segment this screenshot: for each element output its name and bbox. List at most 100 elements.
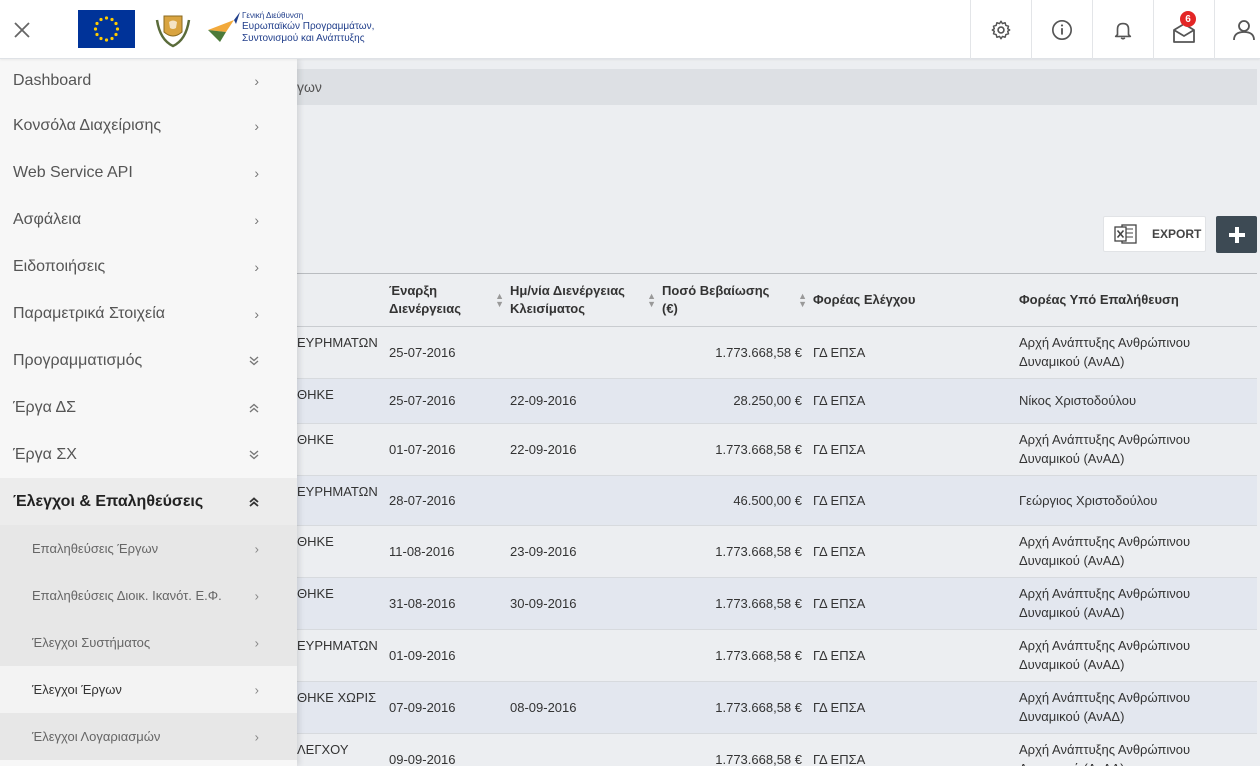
close-icon	[14, 21, 30, 38]
user-icon	[1233, 19, 1255, 40]
sidebar-item-dashboard[interactable]: Dashboard ›	[0, 59, 297, 102]
cell-auditor: ΓΔ ΕΠΣΑ	[813, 647, 866, 663]
sidebar-item-label: Dashboard	[13, 71, 92, 89]
cell-auditor: ΓΔ ΕΠΣΑ	[813, 393, 866, 408]
table-row[interactable]: ΘΗΚΕ 01-07-2016 22-09-2016 1.773.668,58 …	[297, 423, 1257, 475]
column-amount[interactable]: Ποσό Βεβαίωσης (€) ▲ ▼	[662, 274, 813, 326]
logo-line2: Ευρωπαϊκών Προγραμμάτων,	[242, 21, 375, 32]
cell-auditor: ΓΔ ΕΠΣΑ	[813, 492, 866, 508]
cell-auditor: ΓΔ ΕΠΣΑ	[813, 543, 866, 559]
bell-icon	[1114, 22, 1132, 40]
user-profile-button[interactable]	[1214, 0, 1260, 59]
sidebar-item-parameters[interactable]: Παραμετρικά Στοιχεία ›	[0, 290, 297, 337]
sidebar-item-web-service-api[interactable]: Web Service API ›	[0, 149, 297, 196]
cell-close	[510, 733, 662, 766]
close-menu-button[interactable]	[0, 0, 44, 59]
cell-start: 01-07-2016	[389, 441, 456, 457]
cell-audited: Νίκος Χριστοδούλου	[1019, 393, 1137, 408]
cell-close: 22-09-2016	[510, 393, 577, 408]
chevron-right-icon: ›	[254, 588, 259, 603]
sidebar-subitem-account-audits[interactable]: Έλεγχοι Λογαριασμών ›	[0, 713, 297, 760]
settings-button[interactable]	[970, 0, 1031, 59]
sidebar-item-projects-ds[interactable]: Έργα ΔΣ	[0, 384, 297, 431]
cell-close: 08-09-2016	[510, 699, 577, 715]
add-button[interactable]	[1216, 216, 1257, 253]
chevron-double-down-icon	[249, 353, 259, 369]
sidebar-item-security[interactable]: Ασφάλεια ›	[0, 196, 297, 243]
column-label: Ποσό Βεβαίωσης (€)	[662, 282, 770, 316]
sidebar-subitem-project-verifications[interactable]: Επαληθεύσεις Έργων ›	[0, 525, 297, 572]
audits-table: Έναρξη Διενέργειας ▲ ▼ Ημ/νία Διενέργειας…	[297, 273, 1257, 766]
cell-auditor: ΓΔ ΕΠΣΑ	[813, 595, 866, 611]
notifications-button[interactable]	[1092, 0, 1153, 59]
sidebar-menu: Dashboard › Κονσόλα Διαχείρισης › Web Se…	[0, 59, 297, 766]
sidebar-subitem-system-audits[interactable]: Έλεγχοι Συστήματος ›	[0, 619, 297, 666]
sidebar-item-label: Προγραμματισμός	[13, 351, 143, 369]
sidebar-item-label: Ειδοποιήσεις	[13, 257, 106, 275]
column-close-date[interactable]: Ημ/νία Διενέργειας Κλεισίματος ▲ ▼	[510, 274, 662, 326]
cell-amount: 28.250,00 €	[733, 393, 802, 408]
column-start-date[interactable]: Έναρξη Διενέργειας ▲ ▼	[389, 274, 510, 326]
sidebar-item-admin-console[interactable]: Κονσόλα Διαχείρισης ›	[0, 102, 297, 149]
sidebar-item-notifications[interactable]: Ειδοποιήσεις ›	[0, 243, 297, 290]
messages-button[interactable]: 6	[1153, 0, 1214, 59]
table-row[interactable]: ΘΗΚΕ 31-08-2016 30-09-2016 1.773.668,58 …	[297, 577, 1257, 629]
cell-start: 28-07-2016	[389, 492, 456, 508]
cell-audited: Αρχή Ανάπτυξης Ανθρώπινου Δυναμικού (ΑνΑ…	[1019, 335, 1191, 369]
column-audited-entity[interactable]: Φορέας Υπό Επαλήθευση	[1019, 274, 1257, 326]
sidebar-item-label: Κονσόλα Διαχείρισης	[13, 116, 162, 134]
sidebar-item-planning[interactable]: Προγραμματισμός	[0, 337, 297, 384]
info-button[interactable]	[1031, 0, 1092, 59]
cell-start: 11-08-2016	[389, 543, 455, 559]
cell-status: ΕΥΡΗΜΑΤΩΝ	[297, 483, 378, 499]
cell-close	[510, 475, 662, 525]
cell-audited: Αρχή Ανάπτυξης Ανθρώπινου Δυναμικού (ΑνΑ…	[1019, 638, 1191, 672]
table-row[interactable]: ΕΥΡΗΜΑΤΩΝ 28-07-2016 46.500,00 € ΓΔ ΕΠΣΑ…	[297, 475, 1257, 525]
cell-amount: 1.773.668,58 €	[715, 543, 802, 559]
sidebar-item-label: Έργα ΣΧ	[13, 445, 77, 463]
cell-start: 07-09-2016	[389, 699, 456, 715]
header-actions: 6	[970, 0, 1260, 59]
table-row[interactable]: ΘΗΚΕ ΧΩΡΙΣ 07-09-2016 08-09-2016 1.773.6…	[297, 681, 1257, 733]
cell-amount: 46.500,00 €	[733, 492, 802, 508]
table-row[interactable]: ΕΥΡΗΜΑΤΩΝ 25-07-2016 1.773.668,58 € ΓΔ Ε…	[297, 326, 1257, 378]
column-auditor[interactable]: Φορέας Ελέγχου	[813, 274, 1019, 326]
chevron-right-icon: ›	[254, 541, 259, 556]
cyprus-emblem-logo	[152, 10, 194, 50]
cell-auditor: ΓΔ ΕΠΣΑ	[813, 344, 866, 360]
table-row[interactable]: ΘΗΚΕ 25-07-2016 22-09-2016 28.250,00 € Γ…	[297, 378, 1257, 423]
messages-badge: 6	[1180, 11, 1196, 27]
cell-start: 25-07-2016	[389, 344, 456, 360]
sidebar-subitem-project-audits[interactable]: Έλεγχοι Έργων ›	[0, 666, 297, 713]
chevron-right-icon: ›	[254, 211, 259, 228]
cell-close: 23-09-2016	[510, 543, 577, 559]
cell-close: 22-09-2016	[510, 441, 577, 457]
chevron-double-up-icon	[249, 494, 259, 510]
chevron-right-icon: ›	[254, 635, 259, 650]
breadcrumb-text[interactable]: γων	[297, 79, 322, 95]
cell-status: ΘΗΚΕ	[297, 585, 334, 601]
sidebar-item-projects-sx[interactable]: Έργα ΣΧ	[0, 431, 297, 478]
column-label: Έναρξη Διενέργειας	[389, 282, 462, 316]
cell-status: ΕΥΡΗΜΑΤΩΝ	[297, 637, 378, 653]
plus-icon	[1228, 226, 1245, 243]
cell-start: 09-09-2016	[389, 751, 456, 766]
cell-status: ΘΗΚΕ ΧΩΡΙΣ	[297, 689, 377, 705]
cell-start: 25-07-2016	[389, 393, 456, 408]
chevron-right-icon: ›	[254, 117, 259, 134]
table-row[interactable]: ΕΥΡΗΜΑΤΩΝ 01-09-2016 1.773.668,58 € ΓΔ Ε…	[297, 629, 1257, 681]
cell-amount: 1.773.668,58 €	[715, 647, 802, 663]
table-row[interactable]: ΛΕΓΧΟΥ 09-09-2016 1.773.668,58 € ΓΔ ΕΠΣΑ…	[297, 733, 1257, 766]
chevron-right-icon: ›	[254, 164, 259, 181]
sidebar-item-audits-verifications[interactable]: Έλεγχοι & Επαληθεύσεις	[0, 478, 297, 525]
export-button[interactable]: EXPORT	[1103, 216, 1206, 252]
table-row[interactable]: ΘΗΚΕ 11-08-2016 23-09-2016 1.773.668,58 …	[297, 525, 1257, 577]
sidebar-subitem-admin-capacity-verifications[interactable]: Επαληθεύσεις Διοικ. Ικανότ. Ε.Φ. ›	[0, 572, 297, 619]
cell-auditor: ΓΔ ΕΠΣΑ	[813, 699, 866, 715]
column-status[interactable]	[297, 274, 389, 326]
cell-status: ΘΗΚΕ	[297, 431, 334, 447]
sidebar-item-label: Έλεγχοι & Επαληθεύσεις	[13, 492, 204, 510]
sort-icon: ▲ ▼	[798, 290, 807, 309]
sort-icon: ▲ ▼	[647, 290, 656, 309]
cell-auditor: ΓΔ ΕΠΣΑ	[813, 441, 866, 457]
